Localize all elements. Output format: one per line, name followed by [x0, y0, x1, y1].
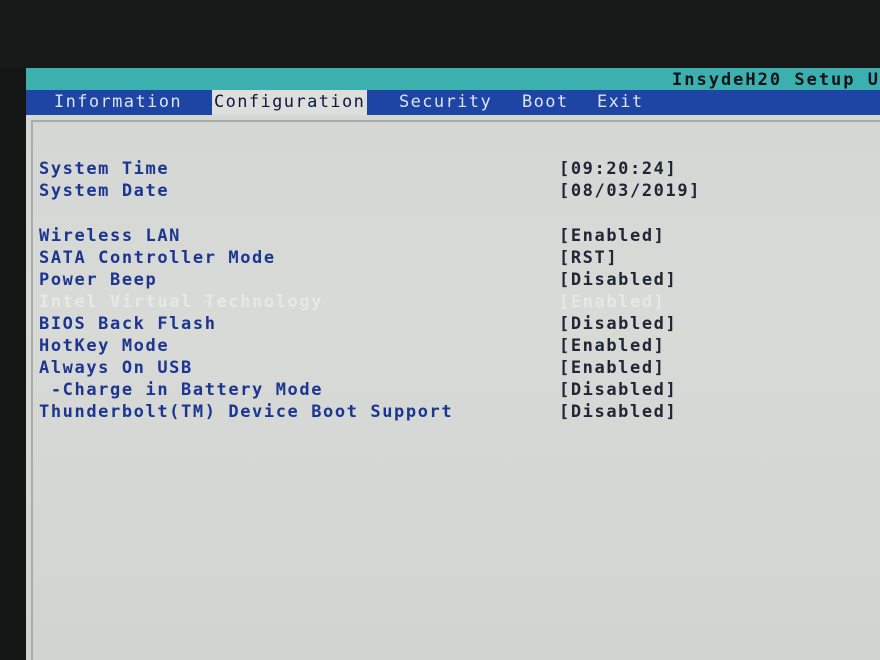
setting-row-system-time[interactable]: System Time [09:20:24]	[26, 159, 880, 180]
setting-row-sata-controller-mode[interactable]: SATA Controller Mode [RST]	[26, 248, 880, 269]
setting-value[interactable]: [RST]	[559, 248, 618, 268]
menu-bar: Information Configuration Security Boot …	[26, 90, 880, 115]
setting-label: Intel Virtual Technology	[39, 292, 324, 312]
tab-exit[interactable]: Exit	[595, 90, 646, 115]
setting-value[interactable]: [Enabled]	[559, 336, 666, 356]
setting-row-bios-back-flash[interactable]: BIOS Back Flash [Disabled]	[26, 314, 880, 335]
setting-label: Thunderbolt(TM) Device Boot Support	[39, 402, 454, 422]
setting-row-intel-virtual-technology: Intel Virtual Technology [Enabled]	[26, 292, 880, 313]
setting-row-wireless-lan[interactable]: Wireless LAN [Enabled]	[26, 226, 880, 247]
setting-label: HotKey Mode	[39, 336, 170, 356]
setting-value[interactable]: [Disabled]	[559, 270, 677, 290]
setting-row-power-beep[interactable]: Power Beep [Disabled]	[26, 270, 880, 291]
setting-label: BIOS Back Flash	[39, 314, 217, 334]
setting-label: System Time	[39, 159, 170, 179]
setting-label: SATA Controller Mode	[39, 248, 276, 268]
setting-value[interactable]: [09:20:24]	[559, 159, 677, 179]
setting-value[interactable]: [08/03/2019]	[559, 181, 701, 201]
setting-value[interactable]: [Disabled]	[559, 380, 677, 400]
setting-label: Wireless LAN	[39, 226, 182, 246]
setting-value[interactable]: [Enabled]	[559, 226, 666, 246]
setting-row-charge-in-battery-mode[interactable]: -Charge in Battery Mode [Disabled]	[26, 380, 880, 401]
setting-value[interactable]: [Disabled]	[559, 314, 677, 334]
setting-row-always-on-usb[interactable]: Always On USB [Enabled]	[26, 358, 880, 379]
monitor-bezel	[0, 0, 880, 68]
setting-row-thunderbolt-device-boot-support[interactable]: Thunderbolt(TM) Device Boot Support [Dis…	[26, 402, 880, 423]
tab-configuration[interactable]: Configuration	[212, 90, 368, 115]
setting-row-hotkey-mode[interactable]: HotKey Mode [Enabled]	[26, 336, 880, 357]
setting-label: -Charge in Battery Mode	[39, 380, 324, 400]
setting-value: [Enabled]	[559, 292, 666, 312]
setting-label: System Date	[39, 181, 170, 201]
title-bar: InsydeH20 Setup U	[26, 68, 880, 90]
tab-security[interactable]: Security	[397, 90, 494, 115]
setting-row-system-date[interactable]: System Date [08/03/2019]	[26, 181, 880, 202]
bios-setup-screen: InsydeH20 Setup U Information Configurat…	[26, 68, 880, 660]
setting-label: Always On USB	[39, 358, 193, 378]
setting-label: Power Beep	[39, 270, 158, 290]
setting-value[interactable]: [Enabled]	[559, 358, 666, 378]
app-title: InsydeH20 Setup U	[672, 70, 880, 90]
setting-value[interactable]: [Disabled]	[559, 402, 677, 422]
tab-boot[interactable]: Boot	[520, 90, 571, 115]
tab-information[interactable]: Information	[52, 90, 184, 115]
